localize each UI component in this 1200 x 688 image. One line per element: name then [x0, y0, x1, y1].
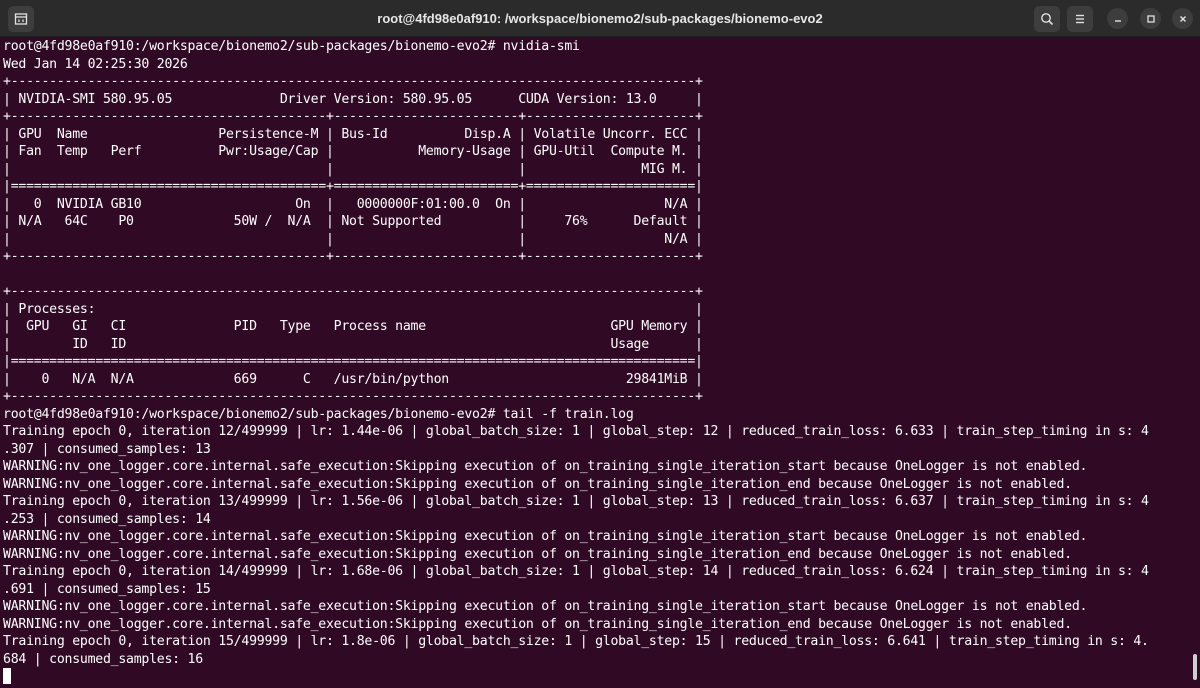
terminal-line: |=======================================…	[3, 354, 703, 369]
terminal-line: WARNING:nv_one_logger.core.internal.safe…	[3, 476, 1072, 492]
terminal-line: Training epoch 0, iteration 13/499999 | …	[3, 494, 1149, 509]
close-icon	[1179, 15, 1186, 22]
terminal-line: +---------------------------------------…	[3, 249, 703, 264]
search-icon	[1041, 13, 1054, 26]
terminal-output[interactable]: root@4fd98e0af910:/workspace/bionemo2/su…	[0, 38, 1190, 688]
terminal-line: | GPU Name Persistence-M | Bus-Id Disp.A…	[3, 126, 703, 142]
terminal-line: | | | MIG M. |	[3, 161, 703, 177]
terminal-line: +---------------------------------------…	[3, 74, 703, 89]
title-bar[interactable]: root@4fd98e0af910: /workspace/bionemo2/s…	[0, 0, 1200, 37]
close-button[interactable]	[1172, 8, 1193, 29]
terminal-line: root@4fd98e0af910:/workspace/bionemo2/su…	[3, 39, 580, 54]
menu-button[interactable]	[1067, 6, 1093, 32]
cursor-line	[3, 668, 1190, 686]
new-tab-button[interactable]	[8, 6, 34, 32]
text-cursor	[3, 668, 11, 684]
terminal-line: Training epoch 0, iteration 14/499999 | …	[3, 564, 1149, 579]
terminal-line: Training epoch 0, iteration 12/499999 | …	[3, 424, 1149, 439]
window-title: root@4fd98e0af910: /workspace/bionemo2/s…	[377, 11, 823, 26]
minimize-button[interactable]	[1107, 8, 1128, 29]
terminal-line: | N/A 64C P0 50W / N/A | Not Supported |…	[3, 214, 703, 229]
maximize-icon	[1146, 14, 1155, 23]
terminal-line: .307 | consumed_samples: 13	[3, 441, 211, 457]
terminal-line: |=======================================…	[3, 179, 703, 194]
terminal-line: +---------------------------------------…	[3, 389, 703, 404]
terminal-line: +---------------------------------------…	[3, 284, 703, 299]
terminal-line: | 0 N/A N/A 669 C /usr/bin/python 29841M…	[3, 371, 703, 387]
terminal-line: Training epoch 0, iteration 15/499999 | …	[3, 634, 1149, 649]
terminal-line: WARNING:nv_one_logger.core.internal.safe…	[3, 599, 1088, 614]
terminal-line: | 0 NVIDIA GB10 On | 0000000F:01:00.0 On…	[3, 196, 703, 212]
terminal-line: Wed Jan 14 02:25:30 2026	[3, 56, 188, 72]
terminal-line: 684 | consumed_samples: 16	[3, 651, 203, 667]
terminal-line: WARNING:nv_one_logger.core.internal.safe…	[3, 529, 1088, 544]
terminal-line: | NVIDIA-SMI 580.95.05 Driver Version: 5…	[3, 91, 703, 107]
maximize-button[interactable]	[1140, 8, 1161, 29]
terminal-tab-icon	[14, 13, 28, 25]
terminal-line: +---------------------------------------…	[3, 109, 703, 124]
terminal-line: | Processes: |	[3, 301, 703, 317]
terminal-line: | | | N/A |	[3, 231, 703, 247]
terminal-line: root@4fd98e0af910:/workspace/bionemo2/su…	[3, 406, 634, 422]
hamburger-menu-icon	[1076, 14, 1084, 24]
search-button[interactable]	[1034, 6, 1060, 32]
terminal-line: | GPU GI CI PID Type Process name GPU Me…	[3, 319, 703, 334]
terminal-line: WARNING:nv_one_logger.core.internal.safe…	[3, 546, 1072, 562]
terminal-scrollbar[interactable]	[1193, 654, 1197, 680]
terminal-window: root@4fd98e0af910: /workspace/bionemo2/s…	[0, 0, 1200, 688]
minimize-icon	[1114, 19, 1121, 22]
terminal-line: | ID ID Usage |	[3, 336, 703, 352]
terminal-line: | Fan Temp Perf Pwr:Usage/Cap | Memory-U…	[3, 144, 703, 159]
terminal-line: .691 | consumed_samples: 15	[3, 581, 211, 597]
terminal-line: WARNING:nv_one_logger.core.internal.safe…	[3, 459, 1088, 474]
terminal-line: WARNING:nv_one_logger.core.internal.safe…	[3, 616, 1072, 632]
terminal-line: .253 | consumed_samples: 14	[3, 511, 211, 527]
